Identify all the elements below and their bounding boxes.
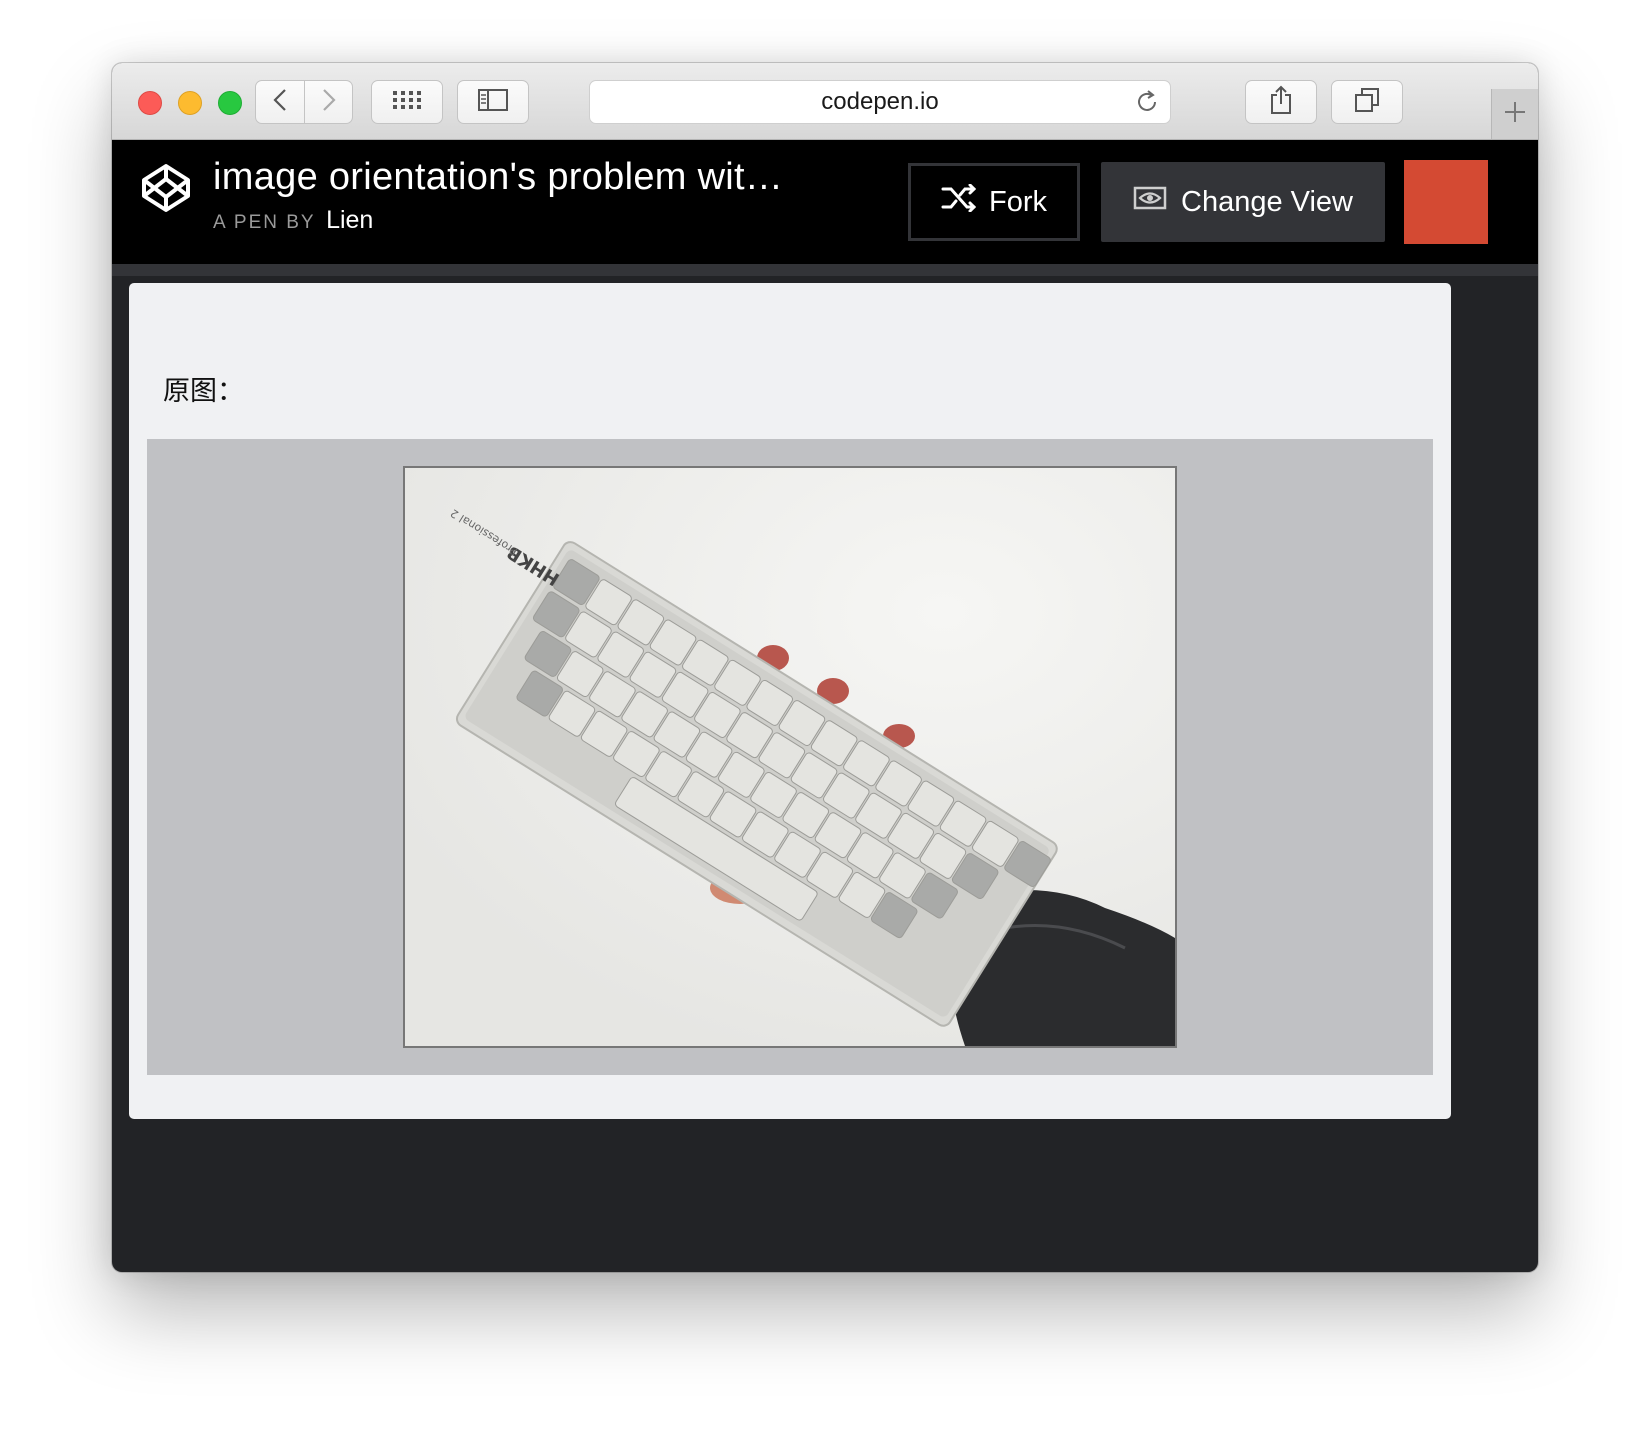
share-icon <box>1269 85 1293 120</box>
codepen-header: image orientation's problem wit… A PEN B… <box>112 140 1538 264</box>
fork-label: Fork <box>989 185 1047 218</box>
grid-icon <box>392 90 422 115</box>
close-window-button[interactable] <box>138 91 162 115</box>
keyboard-photo: HHKB Professional 2 <box>403 466 1177 1048</box>
eye-icon <box>1133 185 1167 219</box>
fork-button[interactable]: Fork <box>908 163 1080 241</box>
share-button[interactable] <box>1245 80 1317 124</box>
chevron-right-icon <box>322 88 336 117</box>
sidebar-icon <box>478 88 508 116</box>
minimize-window-button[interactable] <box>178 91 202 115</box>
chevron-left-icon <box>273 88 287 117</box>
original-image-label: 原图： <box>163 376 244 407</box>
top-sites-button[interactable] <box>371 80 443 124</box>
address-bar[interactable]: codepen.io <box>589 80 1171 124</box>
reload-icon[interactable] <box>1134 89 1160 120</box>
address-bar-url: codepen.io <box>821 88 939 115</box>
byline-prefix: A PEN BY <box>213 212 316 233</box>
pen-byline: A PEN BY Lien <box>213 206 373 235</box>
browser-toolbar: codepen.io <box>112 63 1538 140</box>
codepen-logo-icon[interactable] <box>140 162 192 219</box>
change-view-button[interactable]: Change View <box>1101 162 1385 242</box>
tabs-overview-button[interactable] <box>1331 80 1403 124</box>
tabs-icon <box>1354 87 1380 118</box>
author-link[interactable]: Lien <box>326 206 373 234</box>
back-button[interactable] <box>255 80 305 124</box>
forward-button[interactable] <box>305 80 353 124</box>
new-tab-button[interactable] <box>1491 89 1538 139</box>
browser-window: codepen.io image orientation's problem w… <box>112 63 1538 1272</box>
fork-icon <box>941 183 977 220</box>
header-divider <box>112 264 1538 276</box>
image-container: HHKB Professional 2 <box>147 439 1433 1075</box>
sidebar-button[interactable] <box>457 80 529 124</box>
keyboard-illustration: HHKB Professional 2 <box>405 468 1175 1046</box>
zoom-window-button[interactable] <box>218 91 242 115</box>
change-view-label: Change View <box>1181 185 1353 218</box>
plus-icon <box>1504 101 1526 128</box>
user-avatar-button[interactable] <box>1404 160 1488 244</box>
pen-title: image orientation's problem wit… <box>213 156 784 198</box>
result-pane: 原图： HHKB Professional 2 <box>129 283 1451 1119</box>
